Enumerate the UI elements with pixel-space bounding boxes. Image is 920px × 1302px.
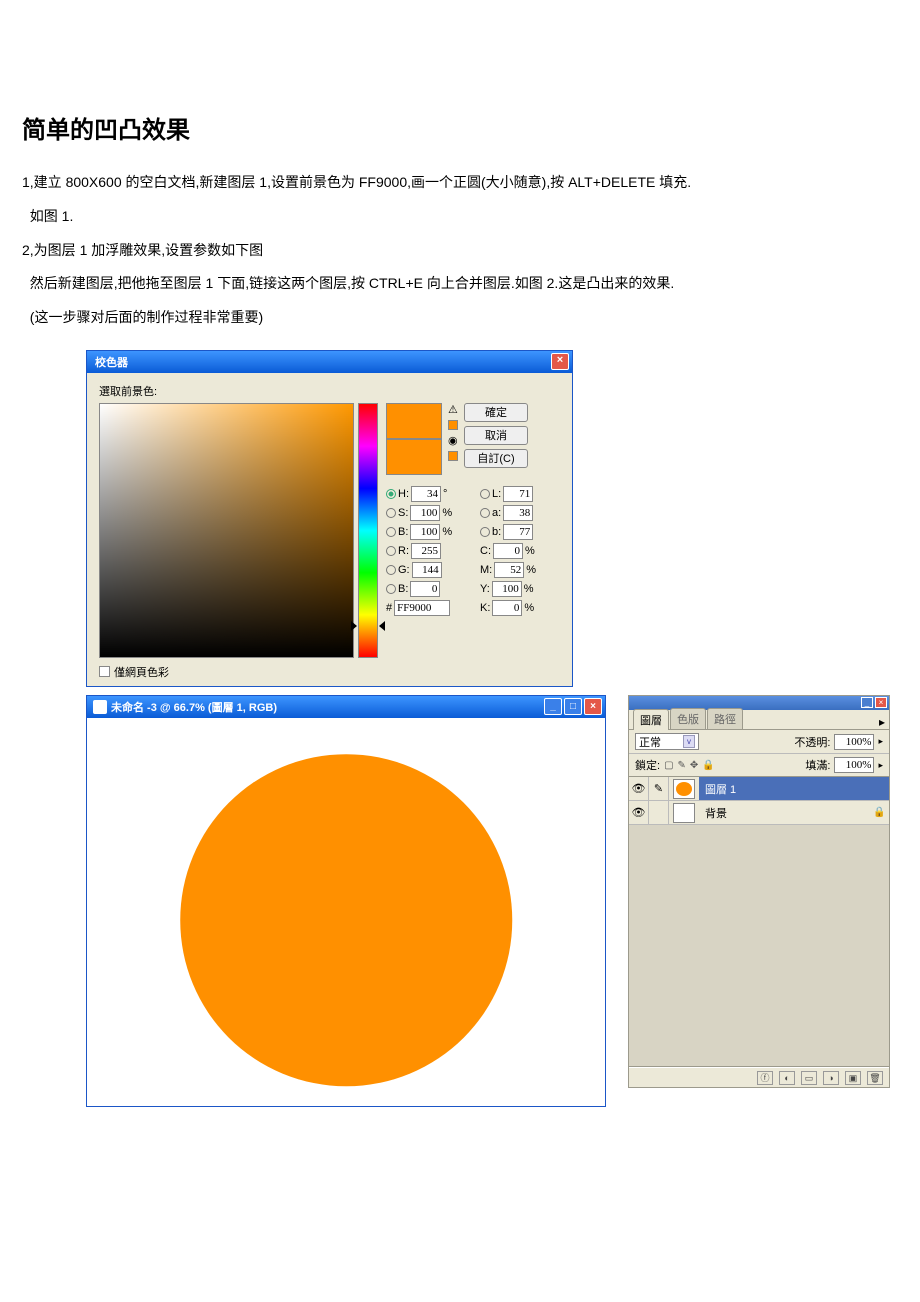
orange-circle	[180, 754, 512, 1086]
g-input[interactable]	[412, 562, 442, 578]
folder-icon[interactable]: ▭	[801, 1071, 817, 1085]
blend-mode-select[interactable]: 正常 v	[635, 733, 699, 750]
layer-row[interactable]: 👁 背景 🔒	[629, 801, 889, 825]
lock-paint-icon[interactable]: ✎	[678, 760, 686, 771]
k-input[interactable]	[492, 600, 522, 616]
hex-input[interactable]	[394, 600, 450, 616]
layer-row[interactable]: 👁 ✎ 圖層 1	[629, 777, 889, 801]
layers-panel: _ × 圖層 色版 路徑 ▸ 正常 v 不透明: ▸ 鎖定: ▢ ✎ ✥ 🔒 填…	[628, 695, 890, 1088]
cube-icon[interactable]	[448, 420, 458, 430]
doc-title: 简单的凹凸效果	[22, 110, 898, 145]
lock-all-icon[interactable]: 🔒	[702, 760, 714, 771]
h-input[interactable]	[411, 486, 441, 502]
blend-mode-value: 正常	[639, 734, 661, 750]
lock-icon: 🔒	[873, 807, 889, 818]
canvas-area[interactable]	[87, 718, 605, 1107]
y-input[interactable]	[492, 581, 522, 597]
opacity-arrow-icon[interactable]: ▸	[878, 736, 883, 747]
ok-button[interactable]: 確定	[464, 403, 528, 422]
fx-icon[interactable]: ⓕ	[757, 1071, 773, 1085]
s-input[interactable]	[410, 505, 440, 521]
link-icon[interactable]	[649, 801, 669, 824]
deg-unit: °	[443, 488, 447, 500]
layer-name[interactable]: 圖層 1	[699, 777, 889, 800]
h-radio[interactable]	[386, 489, 396, 499]
opacity-label: 不透明:	[794, 734, 830, 750]
l-input[interactable]	[503, 486, 533, 502]
adjust-icon[interactable]: ◑	[823, 1071, 839, 1085]
panel-footer: ⓕ ◐ ▭ ◑ ▣ 🗑	[629, 1067, 889, 1087]
canvas-window: 未命名 -3 @ 66.7% (圖層 1, RGB) _ □ ×	[86, 695, 606, 1108]
v-input[interactable]	[410, 524, 440, 540]
g-radio[interactable]	[386, 565, 396, 575]
color-field[interactable]	[99, 403, 354, 658]
tab-layers[interactable]: 圖層	[633, 709, 669, 730]
s-radio[interactable]	[386, 508, 396, 518]
lock-label: 鎖定:	[635, 757, 660, 773]
r-input[interactable]	[411, 543, 441, 559]
opacity-input[interactable]	[834, 734, 874, 750]
c-input[interactable]	[493, 543, 523, 559]
cancel-button[interactable]: 取消	[464, 426, 528, 445]
new-color-swatch	[386, 403, 442, 439]
fill-input[interactable]	[834, 757, 874, 773]
layer-name[interactable]: 背景	[699, 801, 873, 824]
paragraph-2c: (这一步骤对后面的制作过程非常重要)	[22, 306, 898, 330]
bb-radio[interactable]	[386, 584, 396, 594]
current-color-swatch	[386, 439, 442, 475]
b2-input[interactable]	[503, 524, 533, 540]
l-radio[interactable]	[480, 489, 490, 499]
app-icon	[93, 700, 107, 714]
paragraph-1: 1,建立 800X600 的空白文档,新建图层 1,设置前景色为 FF9000,…	[22, 171, 898, 195]
paragraph-2a: 2,为图层 1 加浮雕效果,设置参数如下图	[22, 239, 898, 263]
tab-channels[interactable]: 色版	[670, 708, 706, 729]
webonly-checkbox[interactable]	[99, 666, 110, 677]
text: 1,建立 800X600 的空白文档,新建图层 1,设置前景色为 FF9000,…	[22, 174, 691, 190]
layer-thumbnail[interactable]	[673, 803, 695, 823]
webonly-label: 僅網頁色彩	[114, 664, 169, 680]
hue-slider[interactable]	[358, 403, 378, 658]
paragraph-2b: 然后新建图层,把他拖至图层 1 下面,链接这两个图层,按 CTRL+E 向上合并…	[22, 272, 898, 296]
close-icon[interactable]: ×	[551, 353, 569, 370]
canvas-title: 未命名 -3 @ 66.7% (圖層 1, RGB)	[111, 699, 277, 715]
panel-bar[interactable]: _ ×	[629, 696, 889, 710]
m-input[interactable]	[494, 562, 524, 578]
foreground-label: 選取前景色:	[99, 383, 562, 399]
layer-thumbnail[interactable]	[673, 779, 695, 799]
fill-label: 填滿:	[805, 757, 830, 773]
new-layer-icon[interactable]: ▣	[845, 1071, 861, 1085]
chevron-down-icon: v	[683, 735, 695, 748]
color-picker-window: 校色器 × 選取前景色: ⚠ ◉	[86, 350, 573, 687]
close-icon[interactable]: ×	[875, 697, 887, 708]
paragraph-1b: 如图 1.	[22, 205, 898, 229]
trash-icon[interactable]: 🗑	[867, 1071, 883, 1085]
cube2-icon[interactable]	[448, 451, 458, 461]
fill-arrow-icon[interactable]: ▸	[878, 760, 883, 771]
titlebar[interactable]: 未命名 -3 @ 66.7% (圖層 1, RGB) _ □ ×	[87, 696, 605, 718]
tab-paths[interactable]: 路徑	[707, 708, 743, 729]
eye-icon[interactable]: 👁	[629, 777, 649, 800]
warning-icon: ⚠	[448, 403, 458, 416]
panel-menu-icon[interactable]: ▸	[879, 715, 885, 729]
a-input[interactable]	[503, 505, 533, 521]
bb-input[interactable]	[410, 581, 440, 597]
titlebar[interactable]: 校色器 ×	[87, 351, 572, 373]
minimize-icon[interactable]: _	[861, 697, 873, 708]
r-radio[interactable]	[386, 546, 396, 556]
lock-move-icon[interactable]: ✥	[690, 760, 698, 771]
custom-button[interactable]: 自訂(C)	[464, 449, 528, 468]
maximize-icon[interactable]: □	[564, 698, 582, 715]
lock-trans-icon[interactable]: ▢	[664, 760, 673, 771]
minimize-icon[interactable]: _	[544, 698, 562, 715]
eye-icon[interactable]: 👁	[629, 801, 649, 824]
window-title: 校色器	[95, 354, 128, 370]
b-radio[interactable]	[386, 527, 396, 537]
a-radio[interactable]	[480, 508, 490, 518]
close-icon[interactable]: ×	[584, 698, 602, 715]
web-icon: ◉	[448, 434, 458, 447]
mask-icon[interactable]: ◐	[779, 1071, 795, 1085]
b2-radio[interactable]	[480, 527, 490, 537]
brush-icon[interactable]: ✎	[649, 777, 669, 800]
